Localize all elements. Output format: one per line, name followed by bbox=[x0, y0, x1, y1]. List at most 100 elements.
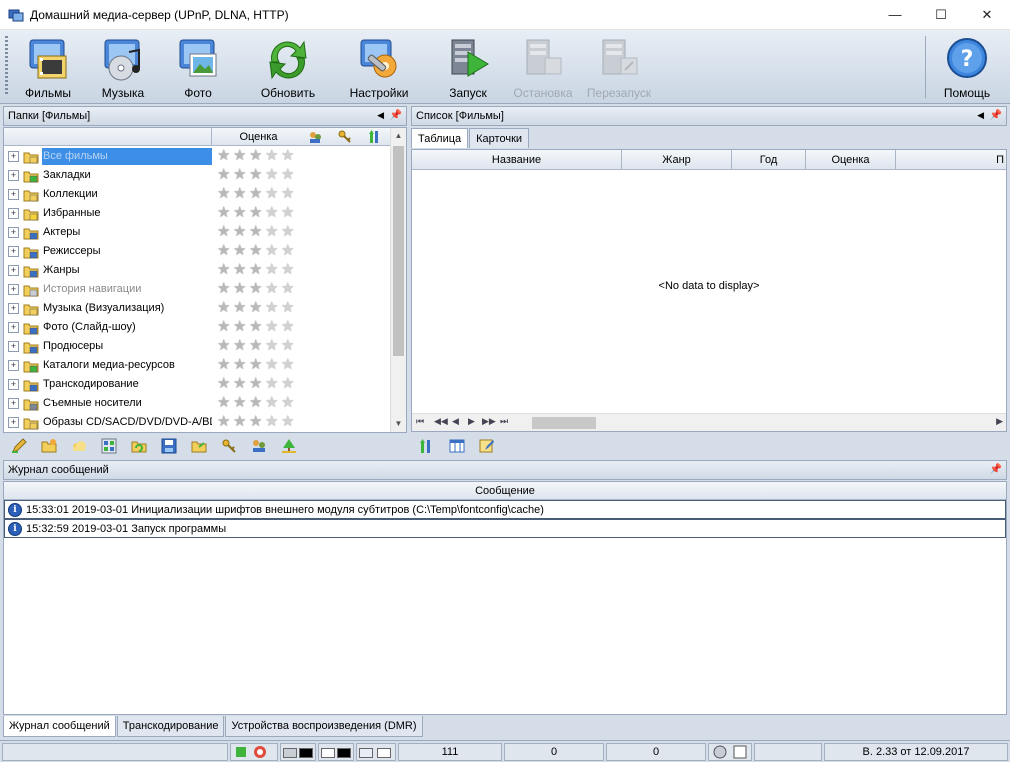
star-icon[interactable]: ★ bbox=[217, 281, 233, 296]
first-record-icon[interactable]: ⏮ bbox=[416, 416, 424, 427]
minimize-button[interactable]: — bbox=[872, 0, 918, 30]
star-icon[interactable]: ★ bbox=[217, 357, 233, 372]
star-icon[interactable]: ★ bbox=[249, 376, 265, 391]
movies-button[interactable]: Фильмы bbox=[18, 34, 78, 100]
star-icon[interactable]: ★ bbox=[217, 224, 233, 239]
rating-column-header[interactable]: Оценка bbox=[211, 128, 305, 146]
star-icon[interactable]: ★ bbox=[233, 186, 249, 201]
star-icon[interactable]: ★ bbox=[265, 186, 281, 201]
rating-stars[interactable]: ★ ★ ★ ★ ★ bbox=[217, 262, 297, 277]
tree-icon[interactable] bbox=[281, 438, 297, 454]
restart-button[interactable]: Перезапуск bbox=[584, 34, 654, 100]
tree-item[interactable]: + Продюсеры ★ ★ ★ ★ ★ bbox=[4, 337, 392, 356]
save-icon[interactable] bbox=[161, 438, 177, 454]
actors-column-icon[interactable] bbox=[308, 130, 322, 144]
star-icon[interactable]: ★ bbox=[217, 376, 233, 391]
rating-stars[interactable]: ★ ★ ★ ★ ★ bbox=[217, 357, 297, 372]
tree-item[interactable]: + Закладки ★ ★ ★ ★ ★ bbox=[4, 166, 392, 185]
music-button[interactable]: Музыка bbox=[93, 34, 153, 100]
star-icon[interactable]: ★ bbox=[249, 224, 265, 239]
star-icon[interactable]: ★ bbox=[233, 319, 249, 334]
tree-item[interactable]: + История навигации ★ ★ ★ ★ ★ bbox=[4, 280, 392, 299]
star-icon[interactable]: ★ bbox=[265, 319, 281, 334]
tab-cards[interactable]: Карточки bbox=[469, 128, 530, 148]
users-icon[interactable] bbox=[251, 438, 267, 454]
star-icon[interactable]: ★ bbox=[265, 395, 281, 410]
star-icon[interactable]: ★ bbox=[265, 262, 281, 277]
star-icon[interactable]: ★ bbox=[217, 300, 233, 315]
media-list[interactable]: Название Жанр Год Оценка П <No data to d… bbox=[411, 149, 1007, 432]
panel-arrow-icon[interactable]: ◀ bbox=[977, 110, 984, 121]
star-icon[interactable]: ★ bbox=[233, 338, 249, 353]
tree-item[interactable]: + Актеры ★ ★ ★ ★ ★ bbox=[4, 223, 392, 242]
add-folder-icon[interactable] bbox=[41, 438, 57, 454]
star-icon[interactable]: ★ bbox=[265, 281, 281, 296]
panel-arrow-icon[interactable]: ◀ bbox=[377, 110, 384, 121]
star-icon[interactable]: ★ bbox=[217, 186, 233, 201]
star-icon[interactable]: ★ bbox=[233, 224, 249, 239]
star-icon[interactable]: ★ bbox=[233, 205, 249, 220]
scroll-down-icon[interactable]: ▼ bbox=[391, 416, 406, 432]
tree-item[interactable]: + Съемные носители ★ ★ ★ ★ ★ bbox=[4, 394, 392, 413]
star-icon[interactable]: ★ bbox=[249, 148, 265, 163]
pin-icon[interactable]: 📌 bbox=[990, 464, 1002, 475]
start-button[interactable]: Запуск bbox=[440, 34, 496, 100]
last-record-icon[interactable]: ⏭ bbox=[500, 416, 508, 427]
tree-item[interactable]: + Транскодирование ★ ★ ★ ★ ★ bbox=[4, 375, 392, 394]
folder-tree[interactable]: Оценка + Все фильмы ★ ★ ★ ★ ★ + Закладки ★ ★ ★ ★ ★ + Ко… bbox=[3, 127, 407, 433]
open-folder-icon[interactable] bbox=[191, 438, 207, 454]
star-icon[interactable]: ★ bbox=[265, 376, 281, 391]
star-icon[interactable]: ★ bbox=[281, 148, 297, 163]
expand-icon[interactable]: + bbox=[8, 246, 19, 257]
expand-icon[interactable]: + bbox=[8, 417, 19, 428]
column-genre[interactable]: Жанр bbox=[622, 150, 732, 170]
tree-item[interactable]: + Жанры ★ ★ ★ ★ ★ bbox=[4, 261, 392, 280]
star-icon[interactable]: ★ bbox=[249, 395, 265, 410]
star-icon[interactable]: ★ bbox=[281, 186, 297, 201]
star-icon[interactable]: ★ bbox=[281, 376, 297, 391]
rating-stars[interactable]: ★ ★ ★ ★ ★ bbox=[217, 338, 297, 353]
grid-icon[interactable] bbox=[101, 438, 117, 454]
tree-item[interactable]: + Образы CD/SACD/DVD/DVD-A/BD ★ ★ ★ ★ ★ bbox=[4, 413, 392, 432]
star-icon[interactable]: ★ bbox=[265, 224, 281, 239]
log-row[interactable]: i 15:32:59 2019-03-01 Запуск программы bbox=[4, 519, 1006, 538]
expand-icon[interactable]: + bbox=[8, 170, 19, 181]
log-column-header[interactable]: Сообщение bbox=[4, 482, 1006, 500]
star-icon[interactable]: ★ bbox=[249, 414, 265, 429]
pin-icon[interactable]: 📌 bbox=[990, 110, 1002, 121]
star-icon[interactable]: ★ bbox=[281, 262, 297, 277]
star-icon[interactable]: ★ bbox=[217, 262, 233, 277]
expand-icon[interactable]: + bbox=[8, 265, 19, 276]
star-icon[interactable]: ★ bbox=[249, 357, 265, 372]
rating-stars[interactable]: ★ ★ ★ ★ ★ bbox=[217, 376, 297, 391]
tree-item[interactable]: + Музыка (Визуализация) ★ ★ ★ ★ ★ bbox=[4, 299, 392, 318]
expand-icon[interactable]: + bbox=[8, 208, 19, 219]
column-rating[interactable]: Оценка bbox=[806, 150, 896, 170]
star-icon[interactable]: ★ bbox=[281, 319, 297, 334]
star-icon[interactable]: ★ bbox=[233, 148, 249, 163]
star-icon[interactable]: ★ bbox=[281, 414, 297, 429]
star-icon[interactable]: ★ bbox=[217, 148, 233, 163]
star-icon[interactable]: ★ bbox=[217, 243, 233, 258]
star-icon[interactable]: ★ bbox=[217, 395, 233, 410]
rating-stars[interactable]: ★ ★ ★ ★ ★ bbox=[217, 205, 297, 220]
message-log[interactable]: Сообщение i 15:33:01 2019-03-01 Инициали… bbox=[3, 481, 1007, 715]
star-icon[interactable]: ★ bbox=[265, 148, 281, 163]
expand-icon[interactable]: + bbox=[8, 360, 19, 371]
tree-item[interactable]: + Коллекции ★ ★ ★ ★ ★ bbox=[4, 185, 392, 204]
tree-item[interactable]: + Режиссеры ★ ★ ★ ★ ★ bbox=[4, 242, 392, 261]
star-icon[interactable]: ★ bbox=[265, 357, 281, 372]
tab-message-log[interactable]: Журнал сообщений bbox=[3, 716, 116, 737]
star-icon[interactable]: ★ bbox=[233, 395, 249, 410]
rating-stars[interactable]: ★ ★ ★ ★ ★ bbox=[217, 395, 297, 410]
next-page-icon[interactable]: ▶▶ bbox=[482, 416, 496, 427]
scroll-thumb[interactable] bbox=[393, 146, 404, 356]
star-icon[interactable]: ★ bbox=[233, 281, 249, 296]
star-icon[interactable]: ★ bbox=[265, 300, 281, 315]
tree-item[interactable]: + Фото (Слайд-шоу) ★ ★ ★ ★ ★ bbox=[4, 318, 392, 337]
star-icon[interactable]: ★ bbox=[233, 167, 249, 182]
key-icon[interactable] bbox=[221, 438, 237, 454]
star-icon[interactable]: ★ bbox=[249, 319, 265, 334]
next-record-icon[interactable]: ▶ bbox=[468, 416, 475, 427]
rating-stars[interactable]: ★ ★ ★ ★ ★ bbox=[217, 300, 297, 315]
